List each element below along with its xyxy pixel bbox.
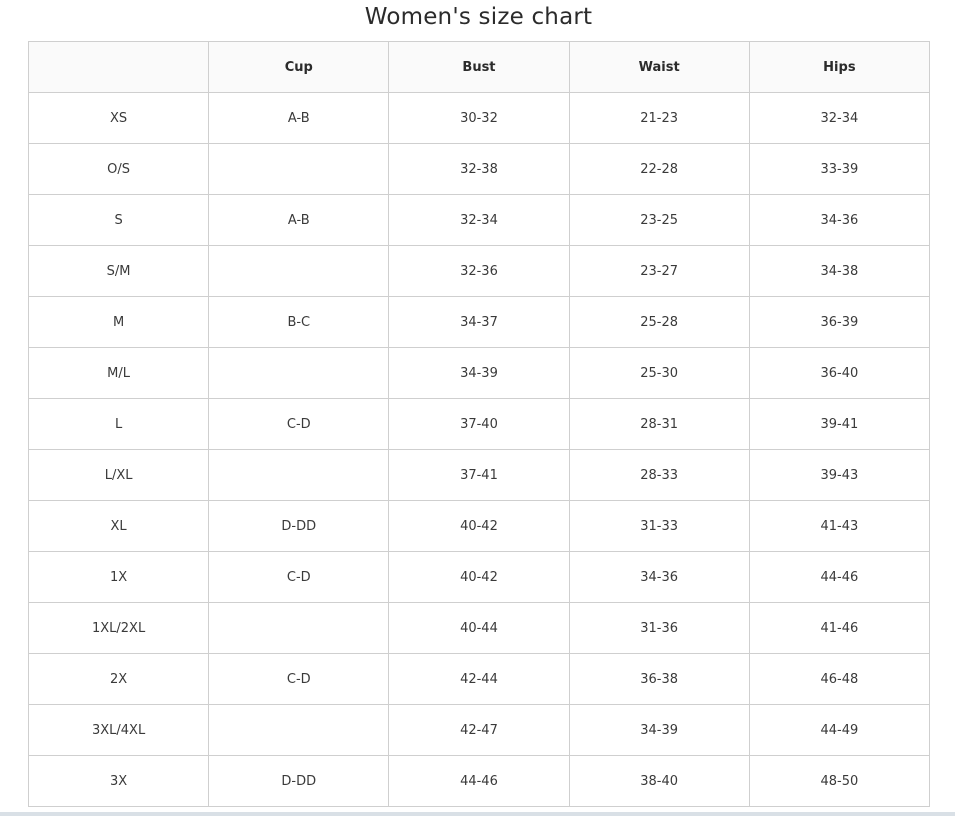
cell-size: O/S [27, 143, 210, 195]
cell-bust: 40-42 [388, 551, 570, 603]
cell-hips: 41-46 [748, 602, 931, 654]
table-row: M B-C 34-37 25-28 36-39 [27, 296, 931, 348]
cell-size: 1X [27, 551, 210, 603]
cell-cup [208, 143, 390, 195]
cell-bust: 32-36 [388, 245, 570, 297]
cell-size: 1XL/2XL [27, 602, 210, 654]
cell-waist: 31-36 [568, 602, 750, 654]
table-row: XS A-B 30-32 21-23 32-34 [27, 92, 931, 144]
cell-cup [208, 449, 390, 501]
cell-bust: 32-34 [388, 194, 570, 246]
table-row: 2X C-D 42-44 36-38 46-48 [27, 653, 931, 705]
cell-hips: 34-38 [748, 245, 931, 297]
cell-bust: 40-44 [388, 602, 570, 654]
cell-waist: 38-40 [568, 755, 750, 807]
cell-hips: 44-49 [748, 704, 931, 756]
table-body: XS A-B 30-32 21-23 32-34 O/S 32-38 22-28 33-39 S A… [27, 92, 931, 807]
header-hips: Hips [748, 41, 931, 93]
header-size [27, 41, 210, 93]
cell-hips: 46-48 [748, 653, 931, 705]
header-waist: Waist [568, 41, 750, 93]
cell-cup: B-C [208, 296, 390, 348]
cell-cup: D-DD [208, 755, 390, 807]
cell-hips: 33-39 [748, 143, 931, 195]
cell-size: S/M [27, 245, 210, 297]
table-row: 1XL/2XL 40-44 31-36 41-46 [27, 602, 931, 654]
table-row: 3XL/4XL 42-47 34-39 44-49 [27, 704, 931, 756]
table-row: XL D-DD 40-42 31-33 41-43 [27, 500, 931, 552]
cell-waist: 34-36 [568, 551, 750, 603]
cell-hips: 36-39 [748, 296, 931, 348]
cell-cup [208, 245, 390, 297]
cell-bust: 42-44 [388, 653, 570, 705]
cell-hips: 36-40 [748, 347, 931, 399]
header-cup: Cup [208, 41, 390, 93]
bottom-edge [0, 812, 955, 816]
cell-size: S [27, 194, 210, 246]
cell-bust: 37-40 [388, 398, 570, 450]
cell-size: 3X [27, 755, 210, 807]
cell-waist: 31-33 [568, 500, 750, 552]
table-row: S A-B 32-34 23-25 34-36 [27, 194, 931, 246]
table-row: L/XL 37-41 28-33 39-43 [27, 449, 931, 501]
cell-bust: 44-46 [388, 755, 570, 807]
cell-cup: D-DD [208, 500, 390, 552]
size-chart-page: Women's size chart Cup Bust Waist Hips X… [0, 0, 955, 816]
cell-waist: 28-33 [568, 449, 750, 501]
table-row: 1X C-D 40-42 34-36 44-46 [27, 551, 931, 603]
cell-size: XS [27, 92, 210, 144]
cell-cup [208, 347, 390, 399]
cell-hips: 44-46 [748, 551, 931, 603]
cell-bust: 34-37 [388, 296, 570, 348]
table-row: S/M 32-36 23-27 34-38 [27, 245, 931, 297]
cell-cup: A-B [208, 92, 390, 144]
cell-cup: C-D [208, 551, 390, 603]
cell-waist: 25-30 [568, 347, 750, 399]
cell-bust: 42-47 [388, 704, 570, 756]
cell-bust: 37-41 [388, 449, 570, 501]
cell-bust: 34-39 [388, 347, 570, 399]
cell-size: M/L [27, 347, 210, 399]
cell-size: XL [27, 500, 210, 552]
header-row: Cup Bust Waist Hips [27, 41, 931, 93]
table-row: M/L 34-39 25-30 36-40 [27, 347, 931, 399]
cell-size: 3XL/4XL [27, 704, 210, 756]
table-row: L C-D 37-40 28-31 39-41 [27, 398, 931, 450]
page-title: Women's size chart [364, 4, 593, 30]
cell-waist: 23-27 [568, 245, 750, 297]
table-row: O/S 32-38 22-28 33-39 [27, 143, 931, 195]
header-bust: Bust [388, 41, 570, 93]
cell-waist: 34-39 [568, 704, 750, 756]
cell-hips: 41-43 [748, 500, 931, 552]
cell-hips: 34-36 [748, 194, 931, 246]
cell-cup: C-D [208, 653, 390, 705]
cell-hips: 39-43 [748, 449, 931, 501]
cell-waist: 23-25 [568, 194, 750, 246]
cell-waist: 22-28 [568, 143, 750, 195]
cell-size: M [27, 296, 210, 348]
cell-waist: 21-23 [568, 92, 750, 144]
cell-bust: 32-38 [388, 143, 570, 195]
cell-size: L [27, 398, 210, 450]
cell-cup [208, 704, 390, 756]
cell-bust: 40-42 [388, 500, 570, 552]
cell-size: 2X [27, 653, 210, 705]
cell-hips: 48-50 [748, 755, 931, 807]
cell-hips: 32-34 [748, 92, 931, 144]
cell-cup [208, 602, 390, 654]
table-header: Cup Bust Waist Hips [27, 41, 931, 93]
cell-size: L/XL [27, 449, 210, 501]
cell-waist: 36-38 [568, 653, 750, 705]
table-row: 3X D-DD 44-46 38-40 48-50 [27, 755, 931, 807]
cell-cup: A-B [208, 194, 390, 246]
cell-waist: 25-28 [568, 296, 750, 348]
size-table: Cup Bust Waist Hips XS A-B 30-32 21-23 32-34… [27, 41, 931, 807]
cell-bust: 30-32 [388, 92, 570, 144]
cell-waist: 28-31 [568, 398, 750, 450]
cell-hips: 39-41 [748, 398, 931, 450]
cell-cup: C-D [208, 398, 390, 450]
